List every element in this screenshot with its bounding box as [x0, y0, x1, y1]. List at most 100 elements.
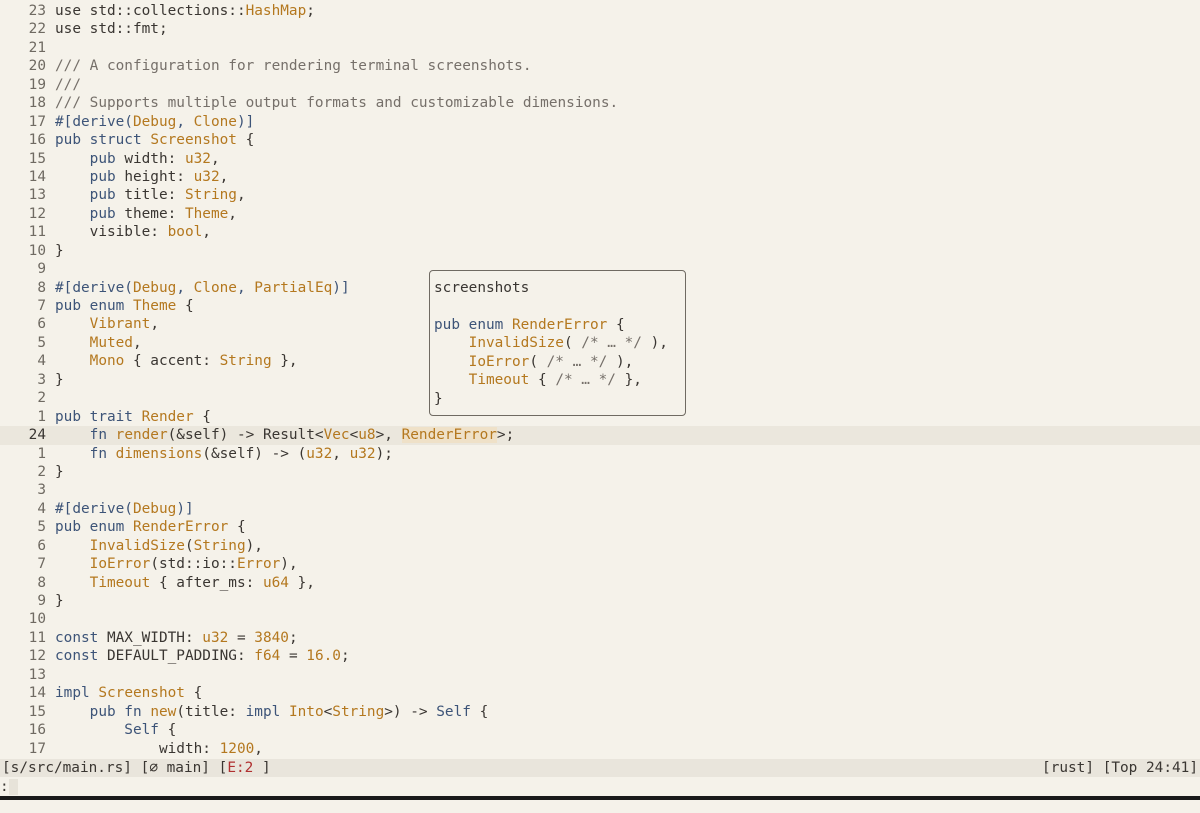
code-line[interactable]: 12 const DEFAULT_PADDING: f64 = 16.0; [0, 647, 1200, 665]
code-token: >; [496, 427, 515, 444]
code-line[interactable]: 17 #[derive(Debug, Clone)] [0, 113, 1200, 131]
statusline-file: [s/src/main.rs] [2, 760, 132, 776]
code-token: pub trait [55, 408, 142, 425]
code-text: pub title: String, [55, 186, 246, 204]
code-line[interactable]: 4 #[derive(Debug)] [0, 500, 1200, 518]
code-line[interactable]: 17 width: 1200, [0, 740, 1200, 758]
code-token: Mono [55, 353, 125, 370]
code-token: }, [271, 353, 298, 370]
code-text: pub trait Render { [55, 408, 211, 426]
code-token: , [254, 740, 263, 757]
code-line[interactable]: 11 visible: bool, [0, 223, 1200, 241]
code-token: Clone [193, 279, 237, 296]
hover-line: } [434, 390, 685, 408]
code-line[interactable]: 6 InvalidSize(String), [0, 537, 1200, 555]
code-line[interactable]: 5 pub enum RenderError { [0, 518, 1200, 536]
statusline-filetype: [rust] [1042, 760, 1095, 776]
code-line[interactable]: 13 [0, 666, 1200, 684]
line-number: 11 [28, 224, 46, 241]
current-code-line[interactable]: 24 fn render(&self) -> Result<Vec<u8>, R… [0, 426, 1200, 445]
code-text: /// Supports multiple output formats and… [55, 94, 618, 112]
code-line[interactable]: 20 /// A configuration for rendering term… [0, 57, 1200, 75]
code-text: #[derive(Debug)] [55, 500, 194, 518]
code-token: { after_ms: [150, 574, 263, 591]
code-line[interactable]: 3 [0, 481, 1200, 499]
statusline-branch: main] [157, 760, 210, 776]
code-line[interactable]: 23 use std::collections::HashMap; [0, 2, 1200, 20]
code-line[interactable]: 12 pub theme: Theme, [0, 205, 1200, 223]
line-number: 17 [28, 740, 46, 757]
code-line[interactable]: 2} [0, 463, 1200, 481]
code-line[interactable]: 19 /// [0, 76, 1200, 94]
code-line[interactable]: 15 pub width: u32, [0, 150, 1200, 168]
hover-line: InvalidSize( /* … */ ), [434, 334, 685, 352]
line-number: 23 [28, 3, 46, 19]
code-line[interactable]: 8 Timeout { after_ms: u64 }, [0, 574, 1200, 592]
code-token: RenderError [401, 427, 497, 444]
git-branch-icon: ⌀ [149, 760, 158, 776]
code-token: , [150, 316, 159, 333]
code-token: pub [55, 187, 125, 204]
code-token: ( [184, 537, 194, 554]
code-token: String [332, 703, 385, 720]
code-token: Muted [55, 334, 133, 351]
statusline-branch-open: [ [140, 760, 150, 776]
code-line[interactable]: 15 pub fn new(title: impl Into<String>) … [0, 703, 1200, 721]
code-text: Mono { accent: String }, [55, 352, 298, 370]
code-token: pub struct [55, 132, 151, 149]
code-token: const [55, 629, 107, 646]
code-token: ), [641, 335, 668, 352]
code-token: >) -> [384, 703, 437, 720]
code-line[interactable]: 1 fn dimensions(&self) -> (u32, u32); [0, 445, 1200, 463]
line-number: 21 [28, 39, 46, 56]
statusline-errors-close: ] [253, 760, 271, 776]
code-line[interactable]: 18 /// Supports multiple output formats a… [0, 94, 1200, 112]
code-token: < [349, 427, 359, 444]
code-line[interactable]: 14 pub height: u32, [0, 168, 1200, 186]
code-token: , [202, 224, 211, 241]
code-token: Theme [184, 205, 229, 222]
code-token: )] [236, 113, 255, 130]
code-line[interactable]: 21 [0, 39, 1200, 57]
code-token: { [193, 408, 211, 425]
line-number: 16 [28, 132, 46, 149]
code-token: ), [607, 353, 634, 370]
line-number: 7 [37, 298, 46, 314]
code-token: Vibrant [55, 316, 151, 333]
line-number: 2 [37, 463, 46, 480]
code-text: pub width: u32, [55, 150, 220, 168]
code-text: Muted, [55, 334, 142, 352]
code-line[interactable]: 10} [0, 242, 1200, 260]
statusline-errors[interactable]: E:2 [227, 760, 253, 776]
code-line[interactable]: 9} [0, 592, 1200, 610]
code-text: use std::collections::HashMap; [55, 2, 315, 20]
hover-line: screenshots [434, 279, 685, 297]
statusline-right: [rust] [Top 24:41] [1042, 759, 1198, 777]
code-line[interactable]: 11 const MAX_WIDTH: u32 = 3840; [0, 629, 1200, 647]
code-line[interactable]: 22 use std::fmt; [0, 20, 1200, 38]
code-token: 3840 [254, 629, 289, 646]
code-line[interactable]: 16 Self { [0, 721, 1200, 739]
code-line[interactable]: 7 IoError(std::io::Error), [0, 555, 1200, 573]
code-token: ); [375, 445, 393, 462]
code-line[interactable]: 16 pub struct Screenshot { [0, 131, 1200, 149]
code-line[interactable]: 10 [0, 610, 1200, 628]
code-token: ), [245, 537, 263, 554]
command-line[interactable]: : [0, 778, 18, 796]
code-token: , [332, 445, 350, 462]
code-token: u64 [262, 574, 289, 591]
line-number: 9 [37, 261, 46, 278]
code-text: /// A configuration for rendering termin… [55, 57, 532, 75]
code-line[interactable]: 14 impl Screenshot { [0, 684, 1200, 702]
line-number: 9 [37, 593, 46, 609]
code-token: u32 [306, 445, 333, 462]
line-number: 6 [37, 537, 46, 554]
line-number: 24 [28, 427, 46, 444]
code-token: = [228, 629, 255, 646]
hover-line [434, 297, 685, 315]
code-token: visible: [55, 224, 168, 241]
code-token: Timeout [434, 372, 530, 389]
code-token: { [470, 703, 489, 720]
code-line[interactable]: 13 pub title: String, [0, 186, 1200, 204]
line-number: 3 [37, 482, 46, 499]
